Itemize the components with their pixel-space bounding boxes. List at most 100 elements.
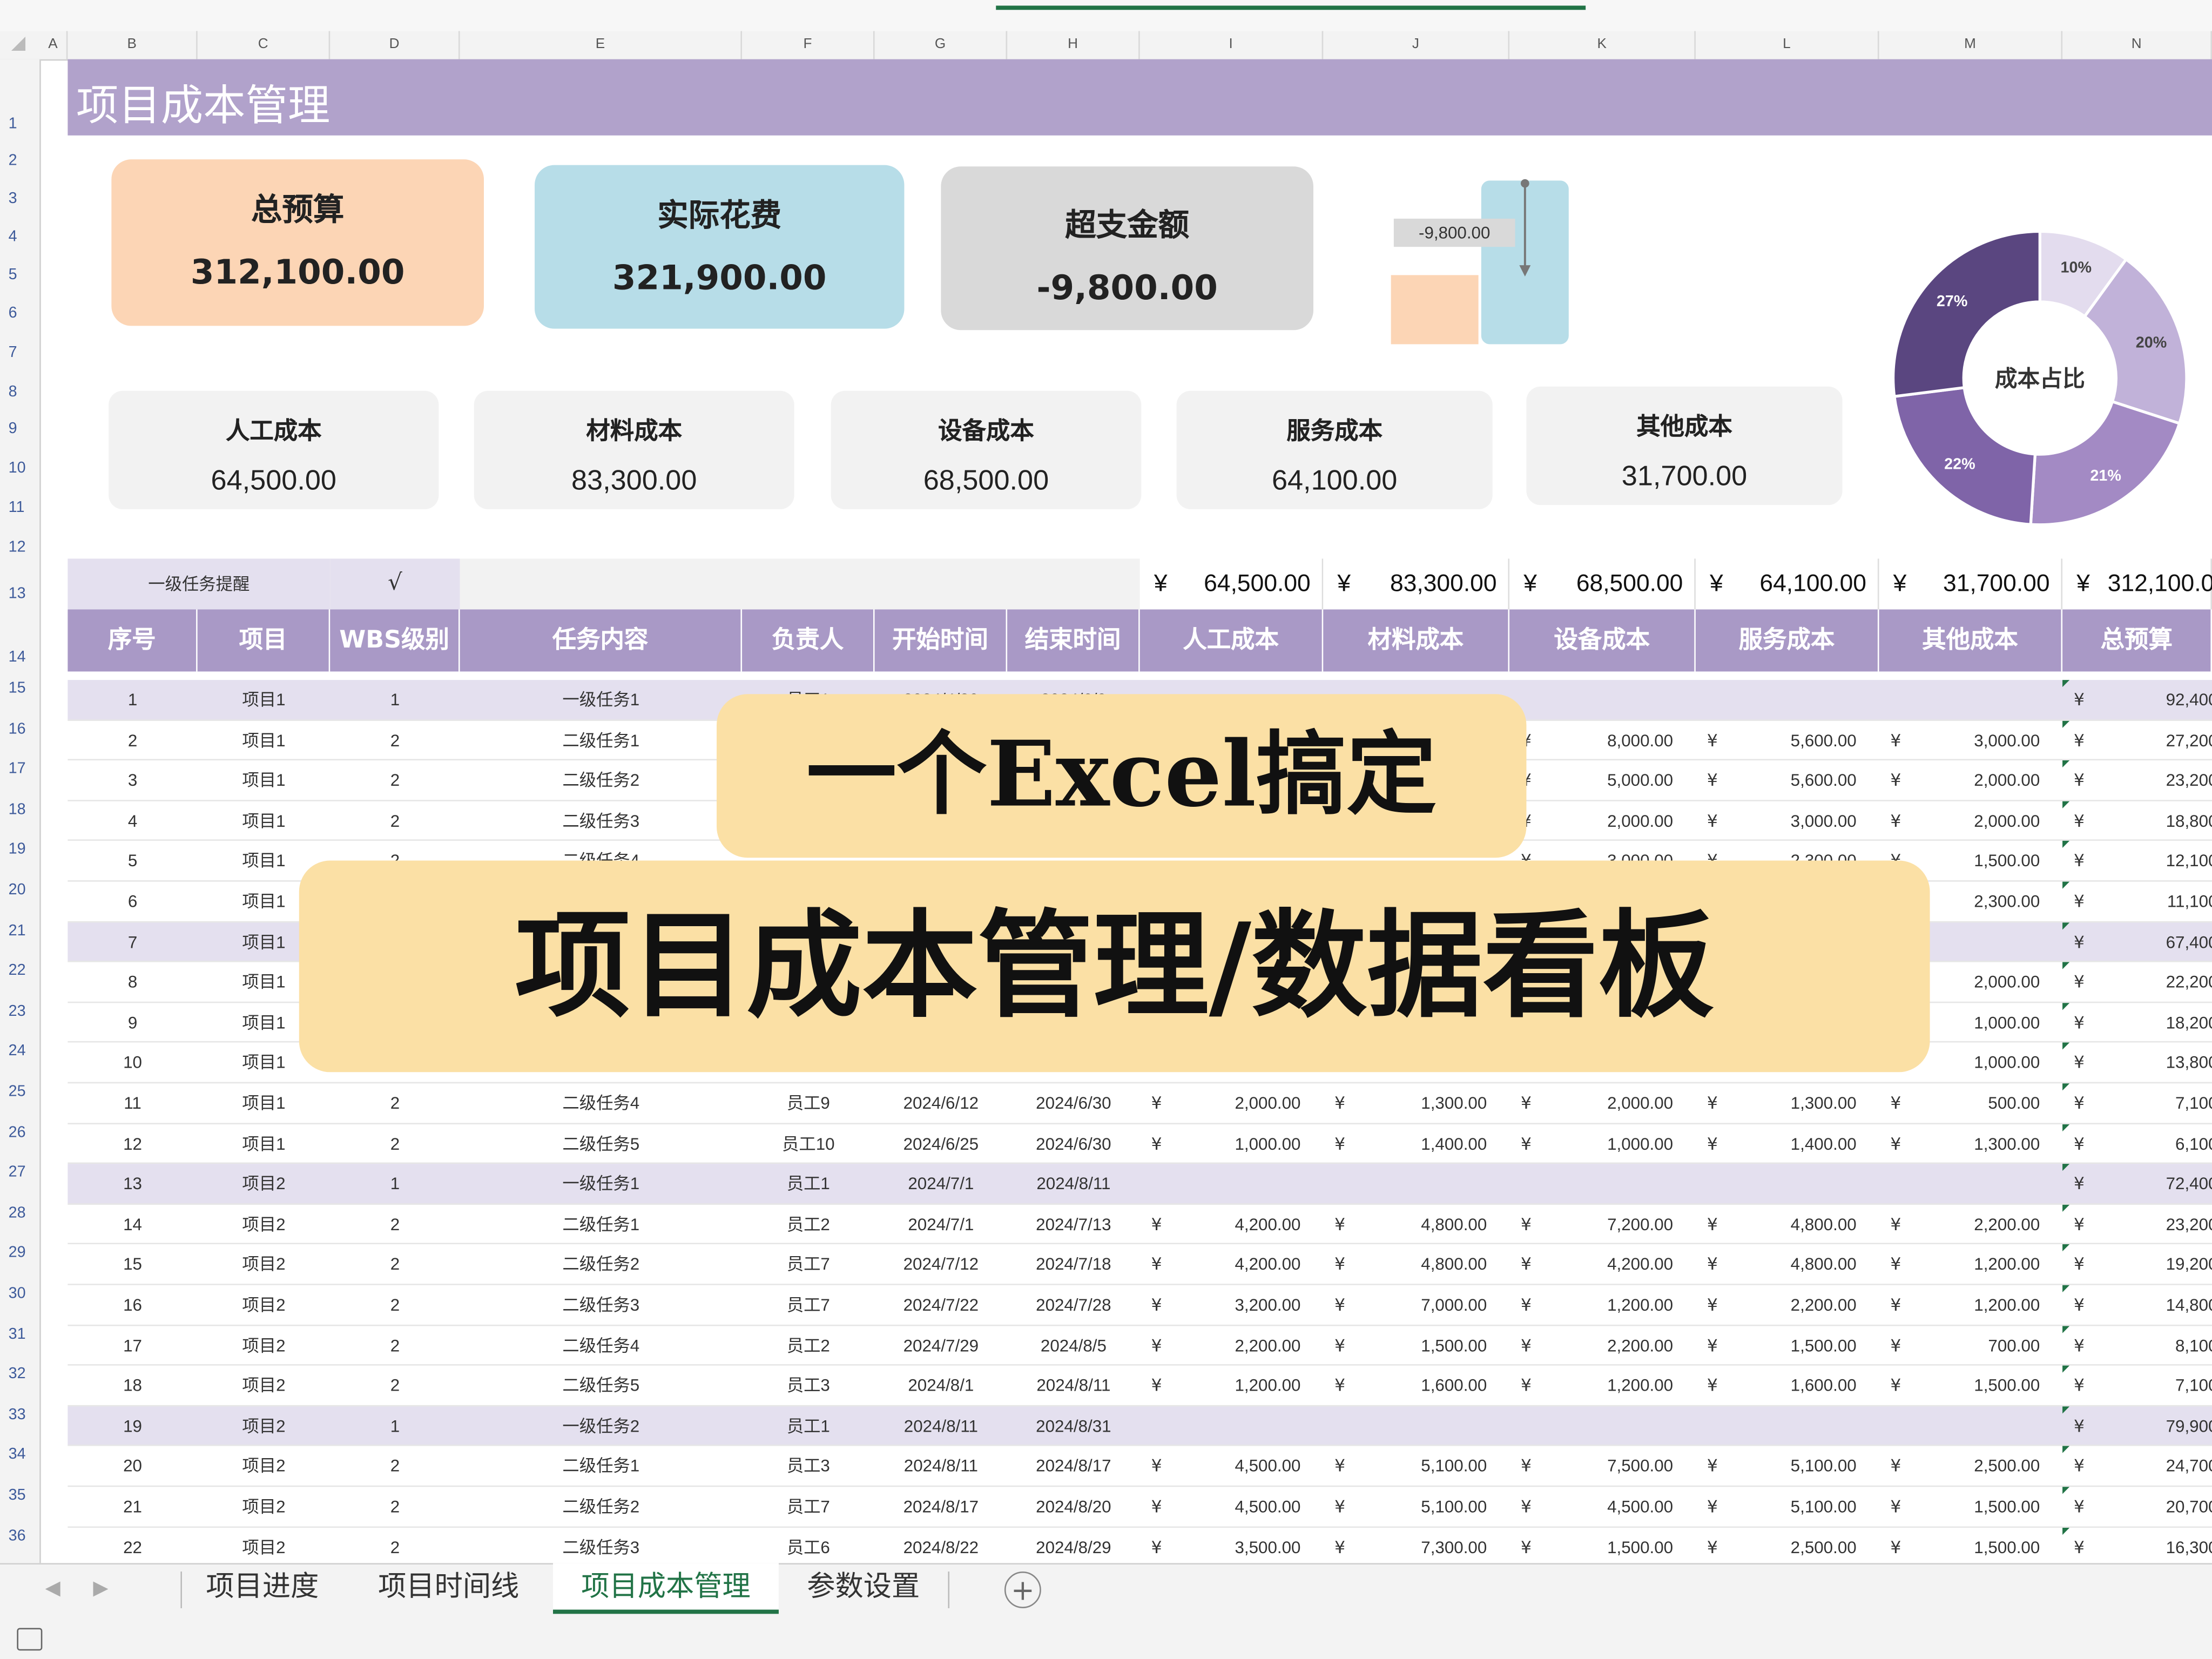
cell-c4[interactable]: 5,100.00 — [1696, 1447, 1857, 1486]
cell-start[interactable]: 2024/8/11 — [875, 1406, 1008, 1446]
cell-no[interactable]: 1 — [68, 680, 197, 719]
column-title[interactable]: WBS级别 — [330, 609, 460, 672]
row-header-6[interactable]: 6 — [0, 305, 39, 321]
cell-c3[interactable]: 7,500.00 — [1509, 1447, 1673, 1486]
cell-lvl[interactable]: 1 — [330, 1406, 460, 1446]
cell-c3[interactable]: 7,200.00 — [1509, 1204, 1673, 1244]
column-header-G[interactable]: G — [875, 31, 1008, 59]
row-header-35[interactable]: 35 — [0, 1487, 39, 1503]
column-title[interactable]: 总预算 — [2062, 609, 2212, 672]
cell-start[interactable]: 2024/6/25 — [875, 1124, 1008, 1163]
row-header-2[interactable]: 2 — [0, 152, 39, 169]
row-header-16[interactable]: 16 — [0, 720, 39, 737]
cell-no[interactable]: 4 — [68, 801, 197, 840]
cell-start[interactable]: 2024/8/11 — [875, 1447, 1008, 1486]
cell-task[interactable]: 二级任务3 — [460, 801, 742, 840]
cell-c1[interactable]: 1,000.00 — [1140, 1124, 1300, 1163]
cell-task[interactable]: 二级任务2 — [460, 1245, 742, 1284]
cell-c2[interactable]: 4,800.00 — [1323, 1245, 1487, 1284]
column-title[interactable]: 项目 — [197, 609, 331, 672]
cell-c2[interactable] — [1323, 1406, 1487, 1446]
cell-c5[interactable]: 2,000.00 — [1879, 760, 2040, 800]
cell-total[interactable]: 6,100 — [2062, 1124, 2212, 1163]
cell-proj[interactable]: 项目1 — [198, 680, 331, 719]
cell-start[interactable]: 2024/8/1 — [875, 1366, 1008, 1405]
cell-task[interactable]: 一级任务1 — [460, 680, 742, 719]
cell-c3[interactable]: 1,200.00 — [1509, 1366, 1673, 1405]
row-header-23[interactable]: 23 — [0, 1003, 39, 1020]
cell-total[interactable]: 20,700 — [2062, 1487, 2212, 1526]
row-header-8[interactable]: 8 — [0, 384, 39, 401]
cell-c1[interactable]: 4,500.00 — [1140, 1447, 1300, 1486]
cell-c5[interactable]: 1,500.00 — [1879, 1527, 2040, 1567]
cell-start[interactable]: 2024/7/12 — [875, 1245, 1008, 1284]
cell-c5[interactable]: 3,000.00 — [1879, 720, 2040, 760]
cell-c5[interactable]: 500.00 — [1879, 1083, 2040, 1123]
column-title[interactable]: 负责人 — [742, 609, 875, 672]
row-header-20[interactable]: 20 — [0, 882, 39, 899]
row-header-17[interactable]: 17 — [0, 760, 39, 777]
cell-lvl[interactable]: 1 — [330, 680, 460, 719]
row-header-33[interactable]: 33 — [0, 1406, 39, 1423]
cell-start[interactable]: 2024/7/1 — [875, 1164, 1008, 1204]
cell-total[interactable]: 19,200 — [2062, 1245, 2212, 1284]
cell-c2[interactable]: 1,300.00 — [1323, 1083, 1487, 1123]
cell-proj[interactable]: 项目2 — [198, 1204, 331, 1244]
cell-c5[interactable]: 1,500.00 — [1879, 1487, 2040, 1526]
cell-no[interactable]: 19 — [68, 1406, 197, 1446]
tab-project-timeline[interactable]: 项目时间线 — [353, 1563, 544, 1614]
cell-c3[interactable]: 4,200.00 — [1509, 1245, 1673, 1284]
cell-proj[interactable]: 项目2 — [198, 1325, 331, 1365]
row-header-25[interactable]: 25 — [0, 1083, 39, 1100]
cell-c4[interactable]: 2,500.00 — [1696, 1527, 1857, 1567]
row-header-5[interactable]: 5 — [0, 267, 39, 284]
cell-c4[interactable]: 5,100.00 — [1696, 1487, 1857, 1526]
cell-start[interactable]: 2024/7/29 — [875, 1325, 1008, 1365]
table-row[interactable]: 14 项目2 2 二级任务1 员工2 2024/7/1 2024/7/13 ¥4,200.00… — [68, 1204, 2212, 1245]
cell-end[interactable]: 2024/8/11 — [1007, 1164, 1140, 1204]
cell-c1[interactable]: 4,200.00 — [1140, 1204, 1300, 1244]
column-title[interactable]: 开始时间 — [874, 609, 1008, 672]
cell-lvl[interactable]: 2 — [330, 1325, 460, 1365]
cell-total[interactable]: 79,900 — [2062, 1406, 2212, 1446]
cell-no[interactable]: 20 — [68, 1447, 197, 1486]
cell-c4[interactable]: 1,300.00 — [1696, 1083, 1857, 1123]
cell-task[interactable]: 二级任务1 — [460, 1447, 742, 1486]
row-header-9[interactable]: 9 — [0, 420, 39, 437]
cell-total[interactable]: 22,200 — [2062, 962, 2212, 1002]
cell-task[interactable]: 二级任务3 — [460, 1527, 742, 1567]
cell-c5[interactable]: 1,200.00 — [1879, 1245, 2040, 1284]
cell-end[interactable]: 2024/8/29 — [1007, 1527, 1140, 1567]
cell-end[interactable]: 2024/8/17 — [1007, 1447, 1140, 1486]
row-header-24[interactable]: 24 — [0, 1043, 39, 1060]
cell-proj[interactable]: 项目1 — [198, 760, 331, 800]
tab-project-progress[interactable]: 项目进度 — [184, 1563, 342, 1614]
cell-total[interactable]: 14,800 — [2062, 1285, 2212, 1325]
cell-task[interactable]: 二级任务4 — [460, 1325, 742, 1365]
row-header-7[interactable]: 7 — [0, 344, 39, 361]
cell-no[interactable]: 14 — [68, 1204, 197, 1244]
cell-c3[interactable]: 8,000.00 — [1509, 720, 1673, 760]
table-row[interactable]: 18 项目2 2 二级任务5 员工3 2024/8/1 2024/8/11 ¥1,200.00… — [68, 1366, 2212, 1406]
row-header-10[interactable]: 10 — [0, 460, 39, 477]
column-header-J[interactable]: J — [1323, 31, 1510, 59]
cell-lvl[interactable]: 2 — [330, 1527, 460, 1567]
cell-no[interactable]: 12 — [68, 1124, 197, 1163]
cell-total[interactable]: 23,200 — [2062, 1204, 2212, 1244]
cell-owner[interactable]: 员工7 — [742, 1487, 875, 1526]
cell-c1[interactable]: 3,200.00 — [1140, 1285, 1300, 1325]
cell-c5[interactable] — [1879, 1164, 2040, 1204]
column-header-M[interactable]: M — [1879, 31, 2063, 59]
row-header-27[interactable]: 27 — [0, 1164, 39, 1181]
cell-c2[interactable]: 1,600.00 — [1323, 1366, 1487, 1405]
row-header-13[interactable]: 13 — [0, 585, 39, 602]
row-header-3[interactable]: 3 — [0, 191, 39, 207]
cell-c3[interactable] — [1509, 1164, 1673, 1204]
cell-lvl[interactable]: 2 — [330, 801, 460, 840]
column-title[interactable]: 序号 — [68, 609, 198, 672]
cell-c5[interactable]: 1,500.00 — [1879, 1366, 2040, 1405]
row-header-19[interactable]: 19 — [0, 841, 39, 858]
cell-start[interactable]: 2024/8/17 — [875, 1487, 1008, 1526]
macro-record-icon[interactable] — [17, 1628, 43, 1651]
cell-c4[interactable]: 1,600.00 — [1696, 1366, 1857, 1405]
